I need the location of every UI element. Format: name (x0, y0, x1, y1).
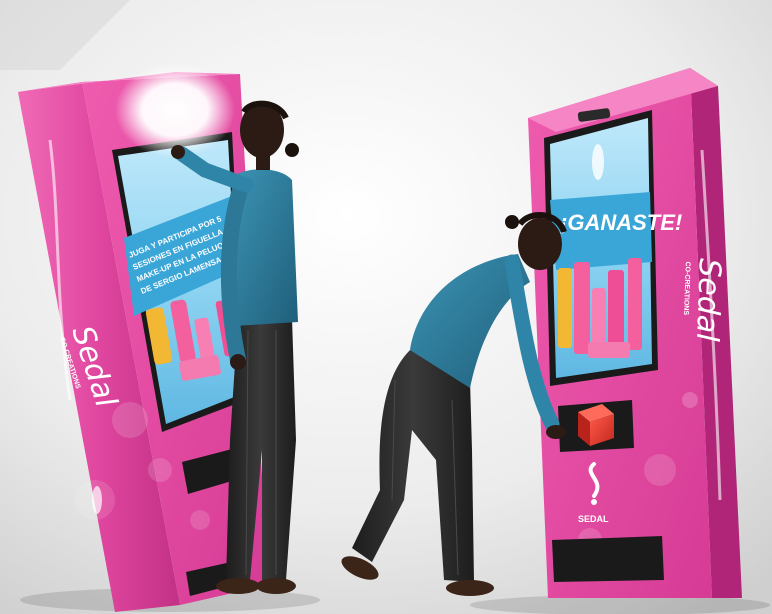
vending-kiosk-scene: JUGA Y PARTICIPA POR 5 SESIONES EN FIGUE… (0, 0, 772, 614)
light-flash (115, 62, 235, 158)
kiosk-right: ¡GANASTE! SEDAL Sedal CO-CREATIONS (528, 68, 742, 598)
prize-cube (578, 404, 614, 446)
logo-text-right: SEDAL (578, 514, 609, 524)
screen-headline-right: ¡GANASTE! (560, 210, 682, 235)
